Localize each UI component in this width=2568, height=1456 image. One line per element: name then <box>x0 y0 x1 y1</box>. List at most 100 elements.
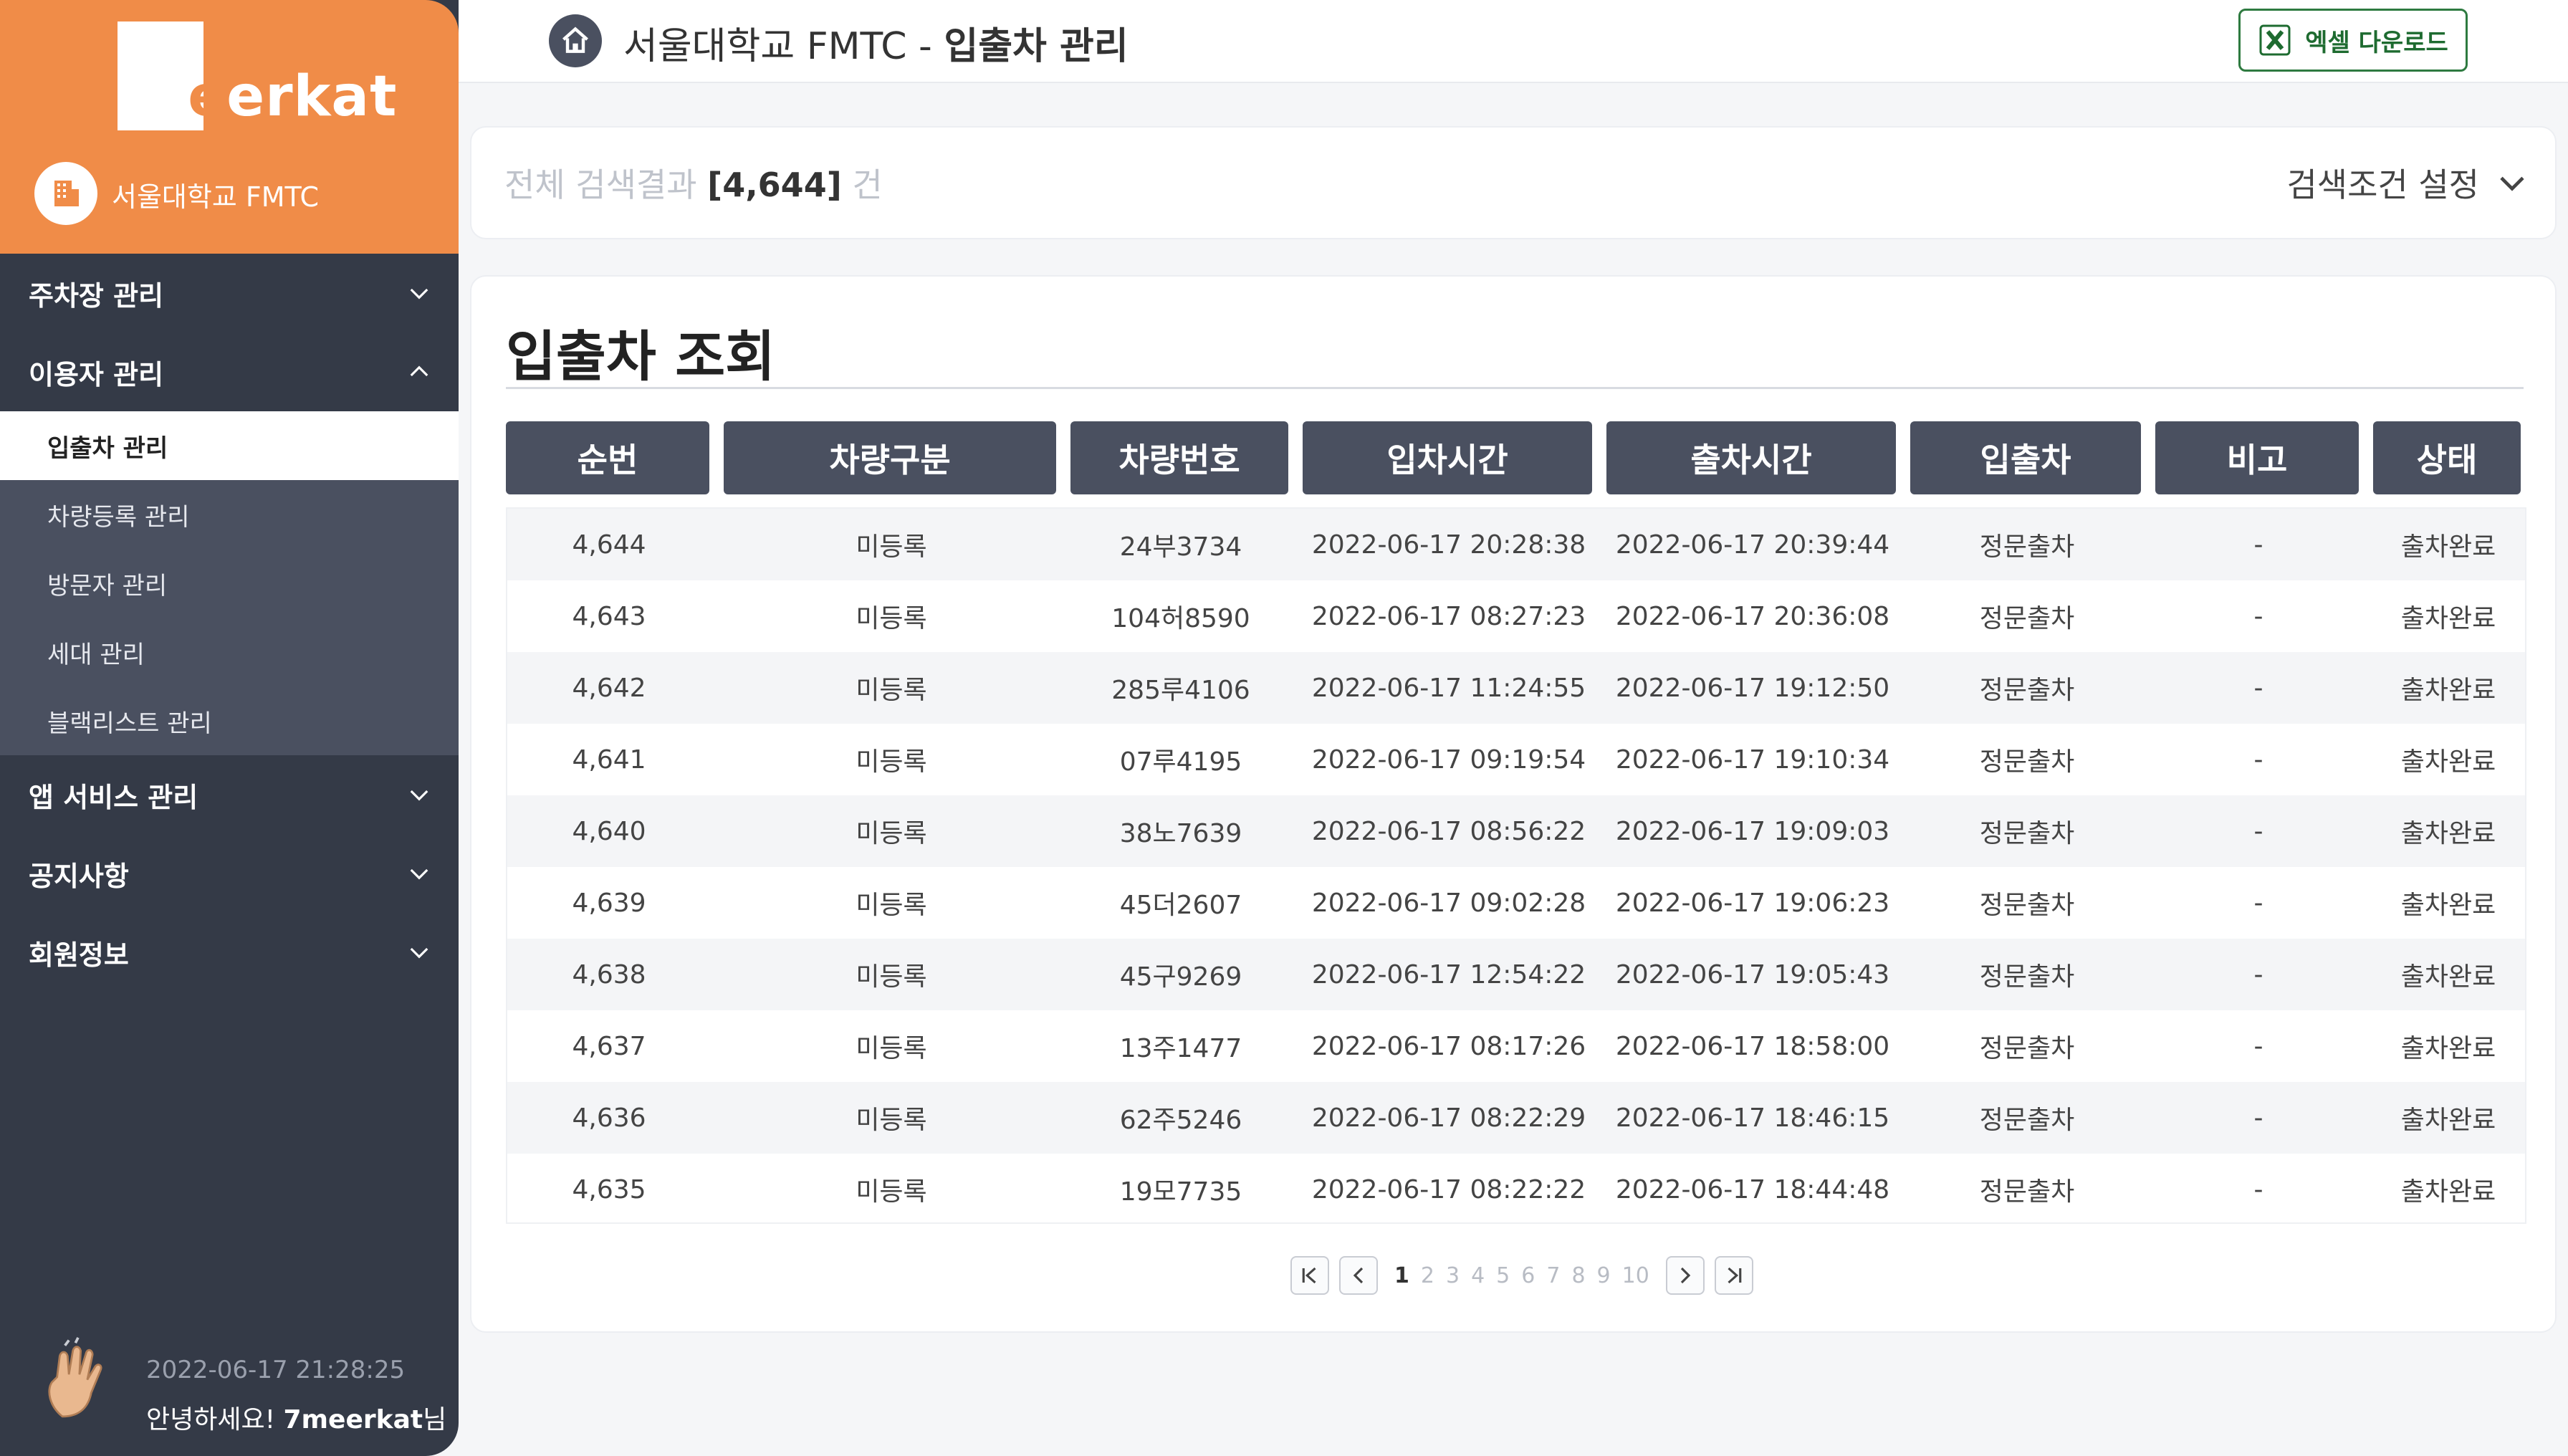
menu-label: 주차장 관리 <box>29 279 164 312</box>
building-icon <box>34 162 97 225</box>
search-summary-card: 전체 검색결과 [4,644] 건 검색조건 설정 <box>470 126 2557 239</box>
menu-member-info[interactable]: 회원정보 <box>0 913 459 992</box>
table-cell: 2022-06-17 09:02:28 <box>1311 888 1586 918</box>
sidebar-item-visitors[interactable]: 방문자 관리 <box>0 549 459 618</box>
table-cell: - <box>2253 673 2263 703</box>
table-cell: 4,638 <box>572 959 646 990</box>
table-cell: 2022-06-17 08:22:22 <box>1311 1174 1586 1204</box>
table-row[interactable]: 4,640 미등록 38노7639 2022-06-17 08:56:22 2022-0… <box>507 795 2525 867</box>
table-row[interactable]: 4,635 미등록 19모7735 2022-06-17 08:22:22 2022-0… <box>507 1154 2525 1225</box>
table-cell: - <box>2253 1031 2263 1061</box>
page-number[interactable]: 4 <box>1471 1263 1485 1288</box>
last-page-icon <box>1728 1267 1742 1284</box>
chevron-right-icon <box>1680 1267 1691 1284</box>
logo-accent: e <box>188 64 227 129</box>
result-count: 전체 검색결과 [4,644] 건 <box>504 159 883 206</box>
column-header[interactable]: 비고 <box>2155 421 2359 494</box>
page-number[interactable]: 5 <box>1496 1263 1510 1288</box>
page-number[interactable]: 6 <box>1521 1263 1535 1288</box>
menu-parking[interactable]: 주차장 관리 <box>0 254 459 332</box>
sidebar-item-vehicle-registration[interactable]: 차량등록 관리 <box>0 480 459 549</box>
page-number[interactable]: 8 <box>1571 1263 1585 1288</box>
logo-part: erkat <box>226 64 398 129</box>
column-header[interactable]: 차량번호 <box>1070 421 1288 494</box>
table-cell: 정문출차 <box>1979 676 2075 705</box>
table-cell: 07루4195 <box>1119 747 1242 777</box>
sidebar-item-households[interactable]: 세대 관리 <box>0 618 459 686</box>
table-cell: 4,643 <box>572 601 646 631</box>
page-number[interactable]: 9 <box>1597 1263 1611 1288</box>
table-row[interactable]: 4,643 미등록 104허8590 2022-06-17 08:27:23 2022-… <box>507 580 2525 652</box>
table-cell: 2022-06-17 20:28:38 <box>1311 530 1586 560</box>
table-cell: 미등록 <box>856 1106 927 1135</box>
greeting-prefix: 안녕하세요! <box>146 1405 284 1435</box>
table-row[interactable]: 4,639 미등록 45더2607 2022-06-17 09:02:28 2022-0… <box>507 867 2525 939</box>
table-row[interactable]: 4,644 미등록 24부3734 2022-06-17 20:28:38 2022-0… <box>507 509 2525 580</box>
table-row[interactable]: 4,642 미등록 285루4106 2022-06-17 11:24:55 2022-… <box>507 652 2525 724</box>
menu-notices[interactable]: 공지사항 <box>0 834 459 913</box>
excel-download-button[interactable]: 엑셀 다운로드 <box>2238 9 2468 72</box>
menu-app-service[interactable]: 앱 서비스 관리 <box>0 755 459 834</box>
column-header[interactable]: 입출차 <box>1910 421 2141 494</box>
table-cell: 출차완료 <box>2400 604 2496 633</box>
page-number[interactable]: 3 <box>1446 1263 1460 1288</box>
page-number[interactable]: 7 <box>1546 1263 1560 1288</box>
table-cell: 출차완료 <box>2400 676 2496 705</box>
table-cell: - <box>2253 1103 2263 1133</box>
chevron-left-icon <box>1353 1267 1364 1284</box>
table-header: 순번 차량구분 차량번호 입차시간 출차시간 입출차 비고 상태 <box>506 421 2526 494</box>
result-number: [4,644] <box>707 166 842 204</box>
table-cell: 2022-06-17 18:44:48 <box>1615 1174 1890 1204</box>
greeting: 안녕하세요! 7meerkat님 <box>146 1399 446 1436</box>
last-page-button[interactable] <box>1714 1256 1753 1295</box>
first-page-icon <box>1302 1267 1316 1284</box>
table-cell: 정문출차 <box>1979 962 2075 992</box>
table-row[interactable]: 4,636 미등록 62주5246 2022-06-17 08:22:29 2022-0… <box>507 1082 2525 1154</box>
table-row[interactable]: 4,637 미등록 13주1477 2022-06-17 08:17:26 2022-0… <box>507 1010 2525 1082</box>
column-header[interactable]: 순번 <box>506 421 709 494</box>
table-cell: 2022-06-17 20:36:08 <box>1615 601 1890 631</box>
first-page-button[interactable] <box>1290 1256 1329 1295</box>
title-divider <box>506 387 2524 389</box>
table-cell: 24부3734 <box>1119 532 1242 562</box>
table-cell: 45구9269 <box>1119 962 1242 992</box>
table-cell: 2022-06-17 08:56:22 <box>1311 816 1586 846</box>
table-cell: 미등록 <box>856 532 927 562</box>
sidebar-item-blacklist[interactable]: 블랙리스트 관리 <box>0 686 459 755</box>
table-row[interactable]: 4,641 미등록 07루4195 2022-06-17 09:19:54 2022-0… <box>507 724 2525 795</box>
table-body: 4,644 미등록 24부3734 2022-06-17 20:28:38 2022-0… <box>506 507 2526 1224</box>
column-header[interactable]: 출차시간 <box>1606 421 1896 494</box>
search-settings-toggle[interactable]: 검색조건 설정 <box>2286 159 2526 206</box>
table-cell: 정문출차 <box>1979 819 2075 848</box>
column-header[interactable]: 차량구분 <box>724 421 1056 494</box>
home-icon[interactable] <box>549 14 602 67</box>
page-number[interactable]: 2 <box>1421 1263 1434 1288</box>
result-suffix: 건 <box>841 166 883 204</box>
page-number[interactable]: 10 <box>1622 1263 1649 1288</box>
column-header[interactable]: 상태 <box>2373 421 2521 494</box>
table-cell: 미등록 <box>856 819 927 848</box>
table-cell: 출차완료 <box>2400 1034 2496 1063</box>
table-cell: 정문출차 <box>1979 1106 2075 1135</box>
table-cell: 2022-06-17 18:46:15 <box>1615 1103 1890 1133</box>
users-submenu: 입출차 관리 차량등록 관리 방문자 관리 세대 관리 블랙리스트 관리 <box>0 411 459 755</box>
sidebar-item-entry-exit[interactable]: 입출차 관리 <box>0 411 459 480</box>
prev-page-button[interactable] <box>1339 1256 1378 1295</box>
logo[interactable]: meerkat <box>129 64 397 129</box>
page-number[interactable]: 1 <box>1394 1263 1409 1288</box>
excel-download-label: 엑셀 다운로드 <box>2305 28 2448 57</box>
menu-label: 공지사항 <box>29 860 129 892</box>
table-cell: 출차완료 <box>2400 1177 2496 1207</box>
column-header[interactable]: 입차시간 <box>1303 421 1592 494</box>
menu-label: 이용자 관리 <box>29 358 164 391</box>
table-cell: 미등록 <box>856 1034 927 1063</box>
table-cell: - <box>2253 601 2263 631</box>
table-row[interactable]: 4,638 미등록 45구9269 2022-06-17 12:54:22 2022-0… <box>507 939 2525 1010</box>
menu-users[interactable]: 이용자 관리 <box>0 332 459 411</box>
menu-label: 앱 서비스 관리 <box>29 781 198 813</box>
current-time: 2022-06-17 21:28:25 <box>146 1356 406 1384</box>
table-cell: 4,641 <box>572 744 646 775</box>
table-cell: 정문출차 <box>1979 1177 2075 1207</box>
sidebar: meerkat 서울대학교 FMTC 주차장 관리 이용자 관리 입출차 관리 … <box>0 0 459 1456</box>
next-page-button[interactable] <box>1665 1256 1705 1295</box>
